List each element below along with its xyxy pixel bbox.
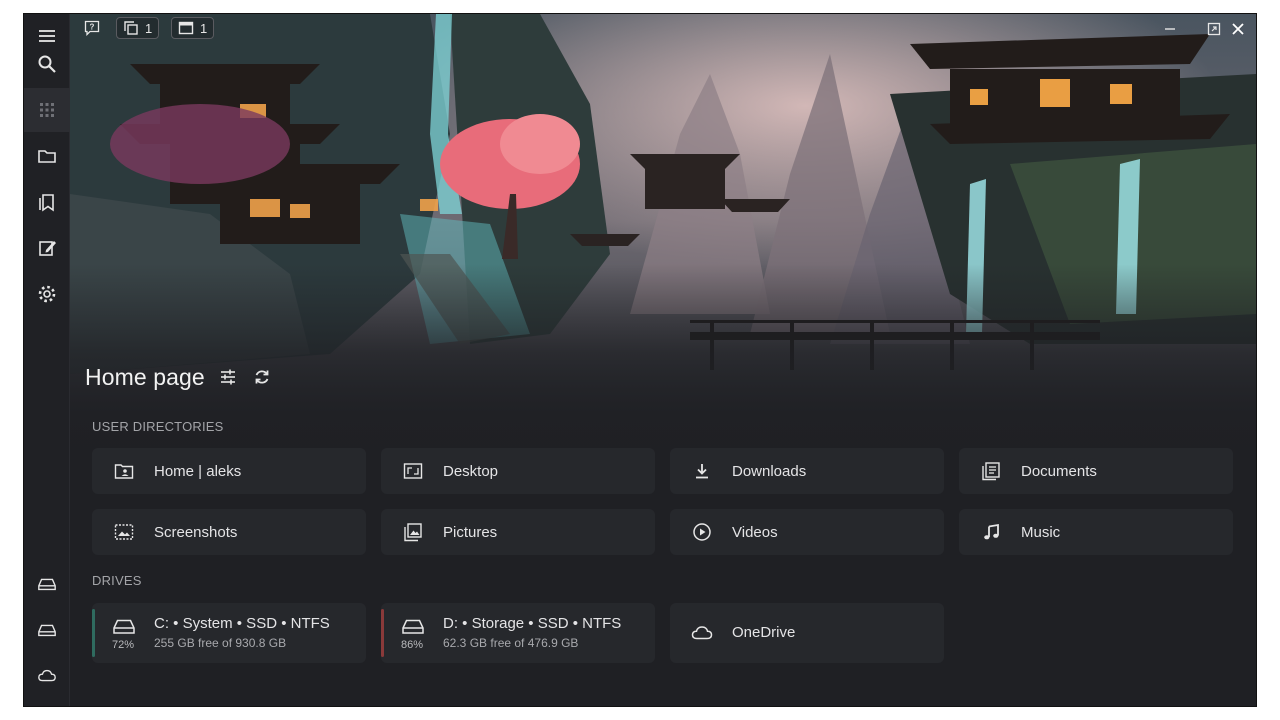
drive-card-c[interactable]: 72% C: • System • SSD • NTFS 255 GB free… bbox=[92, 603, 366, 663]
grid-icon bbox=[40, 103, 54, 117]
documents-icon bbox=[982, 462, 1000, 481]
drive-card-onedrive[interactable]: OneDrive bbox=[670, 603, 944, 663]
drive-name: OneDrive bbox=[732, 624, 796, 641]
hard-drive-icon bbox=[113, 619, 135, 634]
dir-card-pictures[interactable]: Pictures bbox=[381, 509, 655, 555]
drive-free-space: 62.3 GB free of 476.9 GB bbox=[443, 636, 579, 650]
onedrive-shortcut[interactable] bbox=[24, 654, 70, 698]
drives-label: DRIVES bbox=[92, 573, 142, 588]
download-icon bbox=[696, 464, 708, 479]
bookmarks-icon bbox=[39, 194, 54, 212]
drive-used-percent: 86% bbox=[401, 639, 424, 651]
folders-button[interactable] bbox=[24, 134, 70, 178]
gear-icon bbox=[38, 285, 56, 303]
pictures-icon bbox=[404, 523, 422, 542]
hard-drive-icon bbox=[402, 619, 424, 634]
dir-label: Videos bbox=[732, 523, 778, 541]
music-icon bbox=[984, 523, 999, 540]
settings-button[interactable] bbox=[24, 272, 70, 316]
dir-card-videos[interactable]: Videos bbox=[670, 509, 944, 555]
dir-card-home[interactable]: Home | aleks bbox=[92, 448, 366, 494]
hard-drive-icon bbox=[38, 578, 56, 591]
drive-usage-bar bbox=[381, 609, 384, 657]
refresh-button[interactable] bbox=[251, 366, 273, 388]
dir-label: Documents bbox=[1021, 462, 1097, 480]
customize-button[interactable] bbox=[217, 366, 239, 388]
sidebar bbox=[24, 14, 70, 706]
dir-card-desktop[interactable]: Desktop bbox=[381, 448, 655, 494]
dir-label: Pictures bbox=[443, 523, 498, 541]
drive-name: C: • System • SSD • NTFS bbox=[154, 615, 330, 632]
drive-free-space: 255 GB free of 930.8 GB bbox=[154, 636, 287, 650]
drive-usage-bar bbox=[92, 609, 95, 657]
refresh-icon bbox=[255, 370, 269, 384]
search-icon bbox=[38, 55, 56, 73]
hard-drive-icon bbox=[38, 624, 56, 637]
cloud-icon bbox=[691, 626, 713, 640]
cloud-icon bbox=[38, 669, 56, 682]
dir-card-downloads[interactable]: Downloads bbox=[670, 448, 944, 494]
folder-icon bbox=[38, 150, 56, 163]
drive-name: D: • Storage • SSD • NTFS bbox=[443, 615, 622, 632]
home-folder-icon bbox=[114, 464, 134, 479]
user-directories-label: USER DIRECTORIES bbox=[92, 419, 224, 434]
video-icon bbox=[693, 523, 711, 541]
home-apps-button[interactable] bbox=[24, 88, 70, 132]
drive-d-shortcut[interactable] bbox=[24, 608, 70, 652]
drive-used-percent: 72% bbox=[112, 639, 135, 651]
dir-label: Screenshots bbox=[154, 523, 238, 541]
desktop-icon bbox=[403, 463, 423, 479]
screenshot-icon bbox=[114, 524, 134, 540]
bookmarks-button[interactable] bbox=[24, 180, 70, 224]
sliders-icon bbox=[220, 369, 235, 385]
dir-card-music[interactable]: Music bbox=[959, 509, 1233, 555]
app-window: ? 1 1 Home page USER DIRECTORIES Home | … bbox=[24, 14, 1256, 706]
dir-card-documents[interactable]: Documents bbox=[959, 448, 1233, 494]
drive-card-d[interactable]: 86% D: • Storage • SSD • NTFS 62.3 GB fr… bbox=[381, 603, 655, 663]
page-title: Home page bbox=[85, 363, 205, 390]
edit-icon bbox=[39, 241, 56, 256]
dir-label: Downloads bbox=[732, 462, 807, 480]
search-button[interactable] bbox=[24, 42, 70, 86]
title-row: Home page bbox=[85, 362, 273, 392]
edit-button[interactable] bbox=[24, 226, 70, 270]
main-content: Home page USER DIRECTORIES Home | aleks … bbox=[70, 14, 1256, 706]
dir-card-screenshots[interactable]: Screenshots bbox=[92, 509, 366, 555]
drive-c-shortcut[interactable] bbox=[24, 562, 70, 606]
dir-label: Music bbox=[1021, 523, 1061, 541]
dir-label: Desktop bbox=[443, 462, 499, 480]
dir-label: Home | aleks bbox=[154, 462, 242, 480]
